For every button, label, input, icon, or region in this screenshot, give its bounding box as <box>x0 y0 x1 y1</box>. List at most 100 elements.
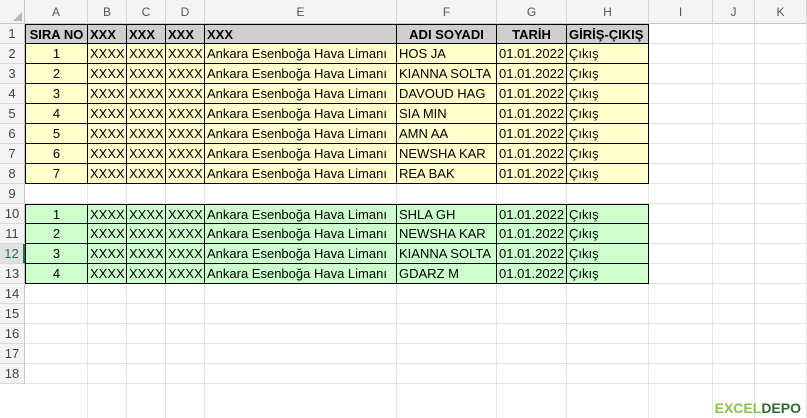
table-cell[interactable]: Çıkış <box>567 104 649 124</box>
column-header-j[interactable]: J <box>713 0 755 24</box>
table-cell[interactable]: 4 <box>25 104 88 124</box>
table-cell[interactable]: XXXX <box>166 224 205 244</box>
table-cell[interactable]: XXXX <box>88 204 127 224</box>
table-cell[interactable]: XXXX <box>166 264 205 284</box>
table-cell[interactable]: 01.01.2022 <box>497 164 567 184</box>
column-header-i[interactable]: I <box>649 0 713 24</box>
row-header-17[interactable]: 17 <box>0 344 25 364</box>
header-cell[interactable]: SIRA NO <box>25 24 88 44</box>
header-cell[interactable]: XXX <box>88 24 127 44</box>
table-cell[interactable]: XXXX <box>88 144 127 164</box>
table-cell[interactable]: XXXX <box>88 264 127 284</box>
row-header-5[interactable]: 5 <box>0 104 25 124</box>
table-cell[interactable]: 01.01.2022 <box>497 84 567 104</box>
table-cell[interactable]: 01.01.2022 <box>497 264 567 284</box>
table-cell[interactable]: HOS JA <box>397 44 497 64</box>
table-cell[interactable]: XXXX <box>127 264 166 284</box>
table-cell[interactable]: AMN AA <box>397 124 497 144</box>
row-header-16[interactable]: 16 <box>0 324 25 344</box>
table-cell[interactable]: Ankara Esenboğa Hava Limanı <box>205 144 397 164</box>
row-header-2[interactable]: 2 <box>0 44 25 64</box>
table-cell[interactable]: KIANNA SOLTA <box>397 244 497 264</box>
table-cell[interactable]: NEWSHA KAR <box>397 144 497 164</box>
table-cell[interactable]: XXXX <box>166 164 205 184</box>
row-header-12[interactable]: 12 <box>0 244 25 264</box>
table-cell[interactable]: Çıkış <box>567 84 649 104</box>
table-cell[interactable]: Çıkış <box>567 124 649 144</box>
row-header-14[interactable]: 14 <box>0 284 25 304</box>
column-header-d[interactable]: D <box>166 0 205 24</box>
table-cell[interactable]: Çıkış <box>567 204 649 224</box>
row-header-1[interactable]: 1 <box>0 24 25 44</box>
table-cell[interactable]: XXXX <box>88 224 127 244</box>
select-all-corner[interactable] <box>0 0 25 24</box>
header-cell[interactable]: XXX <box>166 24 205 44</box>
row-header-9[interactable]: 9 <box>0 184 25 204</box>
table-cell[interactable]: 01.01.2022 <box>497 224 567 244</box>
table-cell[interactable]: 3 <box>25 244 88 264</box>
table-cell[interactable]: 2 <box>25 64 88 84</box>
table-cell[interactable]: Çıkış <box>567 164 649 184</box>
table-cell[interactable]: Çıkış <box>567 44 649 64</box>
table-cell[interactable]: Ankara Esenboğa Hava Limanı <box>205 204 397 224</box>
table-cell[interactable]: XXXX <box>166 104 205 124</box>
column-header-f[interactable]: F <box>397 0 497 24</box>
table-cell[interactable]: XXXX <box>166 204 205 224</box>
table-cell[interactable]: 6 <box>25 144 88 164</box>
table-cell[interactable]: 01.01.2022 <box>497 204 567 224</box>
table-cell[interactable]: 7 <box>25 164 88 184</box>
table-cell[interactable]: XXXX <box>127 124 166 144</box>
table-cell[interactable]: NEWSHA KAR <box>397 224 497 244</box>
header-cell[interactable]: TARİH <box>497 24 567 44</box>
column-header-e[interactable]: E <box>205 0 397 24</box>
column-header-k[interactable]: K <box>755 0 807 24</box>
row-header-11[interactable]: 11 <box>0 224 25 244</box>
table-cell[interactable]: 01.01.2022 <box>497 64 567 84</box>
table-cell[interactable]: Çıkış <box>567 64 649 84</box>
table-cell[interactable]: XXXX <box>127 224 166 244</box>
table-cell[interactable]: XXXX <box>88 164 127 184</box>
table-cell[interactable]: Ankara Esenboğa Hava Limanı <box>205 104 397 124</box>
table-cell[interactable]: Ankara Esenboğa Hava Limanı <box>205 64 397 84</box>
table-cell[interactable]: Çıkış <box>567 144 649 164</box>
table-cell[interactable]: KIANNA SOLTA <box>397 64 497 84</box>
table-cell[interactable]: XXXX <box>166 44 205 64</box>
row-header-6[interactable]: 6 <box>0 124 25 144</box>
table-cell[interactable]: REA BAK <box>397 164 497 184</box>
table-cell[interactable]: GDARZ M <box>397 264 497 284</box>
table-cell[interactable]: SIA MIN <box>397 104 497 124</box>
column-header-a[interactable]: A <box>25 0 88 24</box>
table-cell[interactable]: 1 <box>25 44 88 64</box>
table-cell[interactable]: DAVOUD HAG <box>397 84 497 104</box>
table-cell[interactable]: Çıkış <box>567 244 649 264</box>
table-cell[interactable]: 01.01.2022 <box>497 44 567 64</box>
table-cell[interactable]: XXXX <box>127 244 166 264</box>
table-cell[interactable]: XXXX <box>127 84 166 104</box>
table-cell[interactable]: XXXX <box>166 124 205 144</box>
table-cell[interactable]: 01.01.2022 <box>497 104 567 124</box>
table-cell[interactable]: XXXX <box>88 124 127 144</box>
row-header-4[interactable]: 4 <box>0 84 25 104</box>
header-cell[interactable]: XXX <box>205 24 397 44</box>
row-header-10[interactable]: 10 <box>0 204 25 224</box>
table-cell[interactable]: 1 <box>25 204 88 224</box>
table-cell[interactable]: Ankara Esenboğa Hava Limanı <box>205 164 397 184</box>
spreadsheet[interactable]: A B C D E F G H I J K 1 2 3 4 5 6 7 8 9 10 11 12 13 14 15 16 17 18 SI… <box>0 0 807 418</box>
table-cell[interactable]: XXXX <box>127 144 166 164</box>
table-cell[interactable]: XXXX <box>127 104 166 124</box>
table-cell[interactable]: 5 <box>25 124 88 144</box>
table-cell[interactable]: Ankara Esenboğa Hava Limanı <box>205 224 397 244</box>
table-cell[interactable]: XXXX <box>88 104 127 124</box>
row-header-7[interactable]: 7 <box>0 144 25 164</box>
table-cell[interactable]: Çıkış <box>567 264 649 284</box>
column-header-h[interactable]: H <box>567 0 649 24</box>
table-cell[interactable]: XXXX <box>127 64 166 84</box>
table-cell[interactable]: XXXX <box>88 64 127 84</box>
table-cell[interactable]: XXXX <box>127 44 166 64</box>
row-header-15[interactable]: 15 <box>0 304 25 324</box>
table-cell[interactable]: Çıkış <box>567 224 649 244</box>
table-cell[interactable]: XXXX <box>88 244 127 264</box>
table-cell[interactable]: XXXX <box>127 164 166 184</box>
table-cell[interactable]: 3 <box>25 84 88 104</box>
table-cell[interactable]: Ankara Esenboğa Hava Limanı <box>205 44 397 64</box>
